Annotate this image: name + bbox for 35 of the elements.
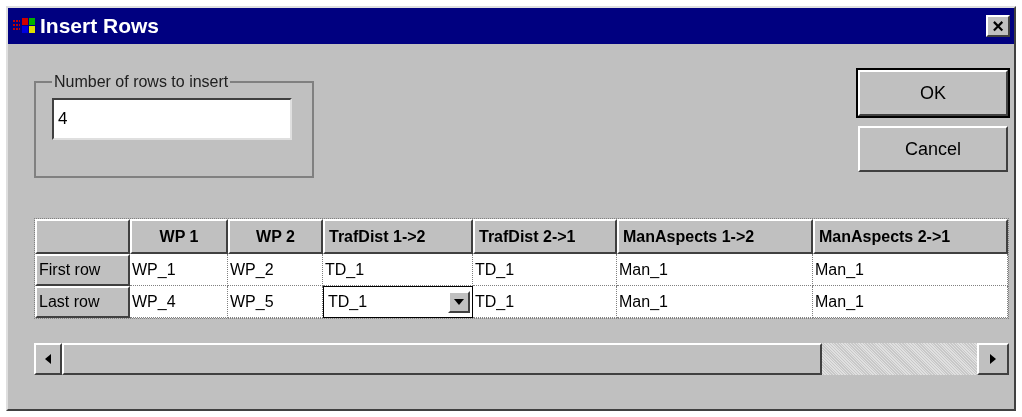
table-cell: WP_2 xyxy=(228,254,323,286)
left-arrow-icon xyxy=(45,354,51,364)
scroll-left-button[interactable] xyxy=(34,343,62,375)
table-cell: TD_1 xyxy=(473,286,617,318)
table-cell: TD_1 xyxy=(473,254,617,286)
table-cell: WP_4 xyxy=(130,286,228,318)
column-header[interactable]: ManAspects 2->1 xyxy=(813,219,1008,254)
app-icon xyxy=(12,17,36,35)
window-title: Insert Rows xyxy=(40,13,161,40)
column-header[interactable]: WP 1 xyxy=(130,219,228,254)
scroll-thumb[interactable] xyxy=(62,343,822,375)
column-header[interactable]: TrafDist 2->1 xyxy=(473,219,617,254)
cancel-button[interactable]: Cancel xyxy=(858,126,1008,172)
horizontal-scrollbar[interactable] xyxy=(34,343,1009,375)
caret-down-icon xyxy=(454,299,464,305)
right-arrow-icon xyxy=(990,354,996,364)
rows-count-field[interactable]: 4 xyxy=(52,98,292,140)
table-cell: TD_1 xyxy=(323,254,473,286)
row-header[interactable]: First row xyxy=(35,254,130,286)
table-cell: Man_1 xyxy=(617,254,813,286)
scroll-right-button[interactable] xyxy=(977,343,1009,375)
dropdown-field[interactable]: TD_1 xyxy=(323,286,473,318)
column-header[interactable]: WP 2 xyxy=(228,219,323,254)
table-cell: WP_1 xyxy=(130,254,228,286)
table-cell: Man_1 xyxy=(617,286,813,318)
column-header[interactable]: ManAspects 1->2 xyxy=(617,219,813,254)
table-cell: Man_1 xyxy=(813,286,1008,318)
close-button[interactable]: × xyxy=(986,15,1010,37)
dropdown-button[interactable] xyxy=(448,291,470,313)
ok-button[interactable]: OK xyxy=(858,70,1008,116)
row-header[interactable]: Last row xyxy=(35,286,130,318)
group-label: Number of rows to insert xyxy=(53,72,230,92)
table-cell: Man_1 xyxy=(813,254,1008,286)
table-cell: WP_5 xyxy=(228,286,323,318)
column-header[interactable]: TrafDist 1->2 xyxy=(323,219,473,254)
